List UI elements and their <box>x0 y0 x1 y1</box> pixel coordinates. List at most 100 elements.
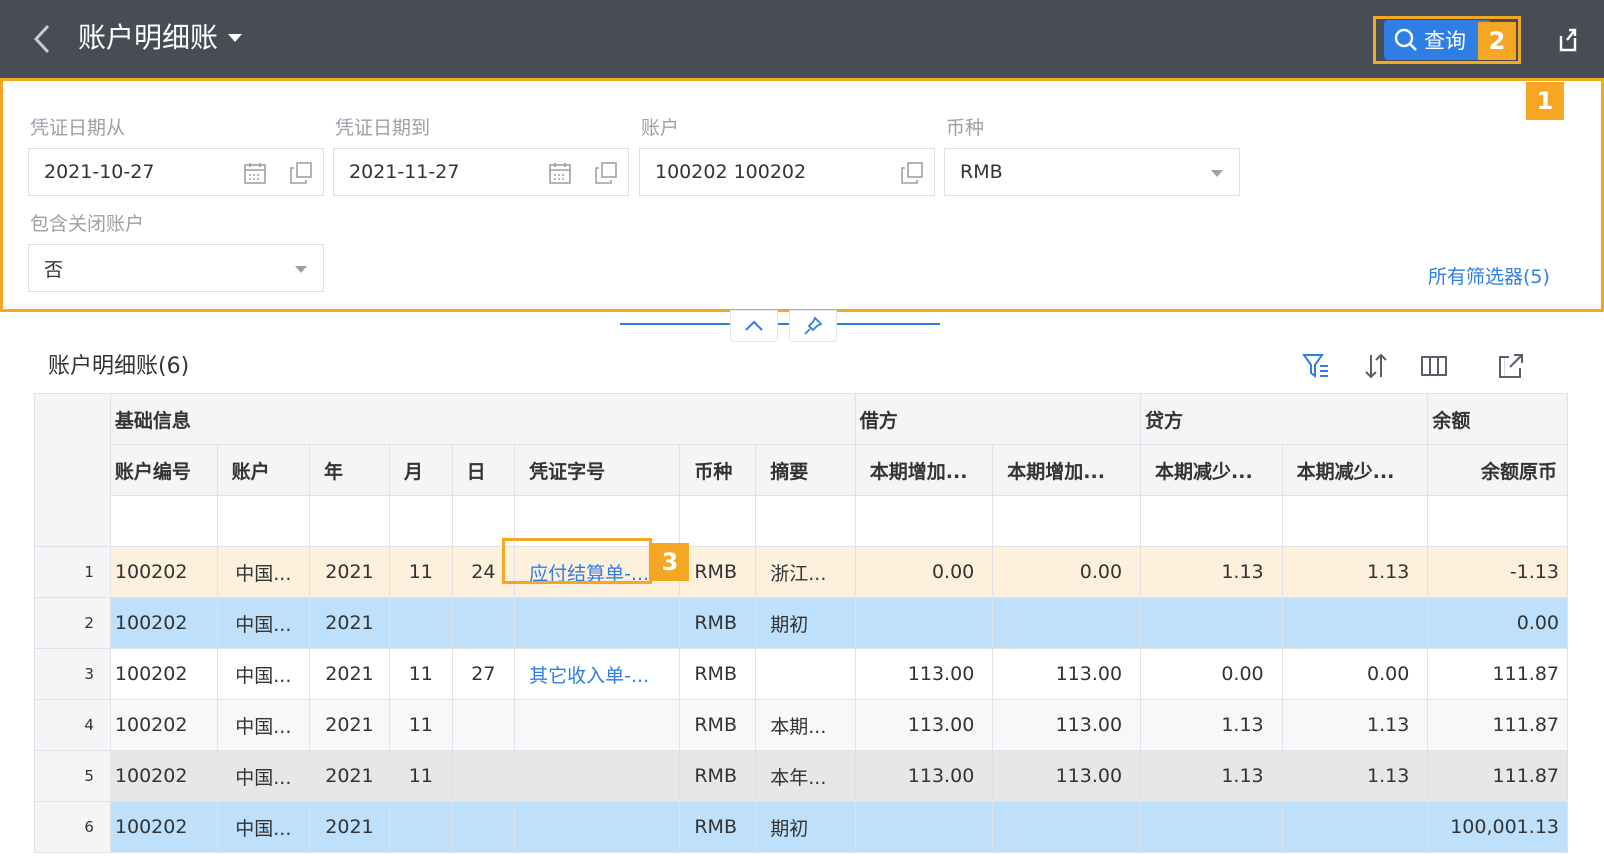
table-row[interactable]: 5 100202 中国... 2021 11 RMB 本年... 113.00 … <box>34 750 1568 802</box>
cell-day <box>451 699 516 751</box>
cell-debit <box>992 801 1142 853</box>
cell-balance: 111.87 <box>1427 648 1568 700</box>
filter-cell[interactable] <box>679 495 757 547</box>
cell-day <box>451 597 516 649</box>
export-icon[interactable] <box>1497 352 1525 380</box>
column-header[interactable]: 本期增加... <box>854 444 994 496</box>
filter-cell[interactable] <box>389 495 453 547</box>
cell-balance: 111.87 <box>1427 699 1568 751</box>
copy-icon[interactable] <box>594 161 618 185</box>
voucher-link[interactable]: 其它收入单-... <box>514 648 681 700</box>
column-header[interactable]: 年 <box>308 444 391 496</box>
table-row[interactable]: 6 100202 中国... 2021 RMB 期初 100,001.13 <box>34 801 1568 853</box>
column-header[interactable]: 币种 <box>679 444 757 496</box>
cell-code: 100202 <box>109 801 218 853</box>
cell-code: 100202 <box>109 546 218 598</box>
cell-code: 100202 <box>109 648 218 700</box>
cell-day <box>451 750 516 802</box>
pin-icon <box>804 316 823 335</box>
cell-year: 2021 <box>308 699 391 751</box>
include-closed-select[interactable]: 否 <box>28 244 324 292</box>
row-number: 4 <box>34 699 111 751</box>
cell-month: 11 <box>389 648 453 700</box>
filter-cell[interactable] <box>109 495 218 547</box>
table-row[interactable]: 2 100202 中国... 2021 RMB 期初 0.00 <box>34 597 1568 649</box>
cell-credit: 1.13 <box>1281 546 1429 598</box>
copy-icon[interactable] <box>900 161 924 185</box>
cell-debit: 113.00 <box>992 750 1142 802</box>
filter-cell[interactable] <box>1281 495 1429 547</box>
column-header[interactable]: 本期减少... <box>1140 444 1283 496</box>
cell-credit: 0.00 <box>1140 648 1283 700</box>
row-number: 1 <box>34 546 111 598</box>
table-row[interactable]: 1 100202 中国... 2021 11 24 应付结算单-... RMB … <box>34 546 1568 598</box>
cell-balance: -1.13 <box>1427 546 1568 598</box>
share-icon[interactable] <box>1555 24 1579 54</box>
date-from-field[interactable]: 2021-10-27 <box>28 148 324 196</box>
row-number: 2 <box>34 597 111 649</box>
calendar-icon[interactable] <box>548 161 572 185</box>
cell-debit: 0.00 <box>854 546 994 598</box>
query-button[interactable]: 查询 <box>1384 20 1490 60</box>
pin-button[interactable] <box>789 310 837 342</box>
cell-credit: 1.13 <box>1281 750 1429 802</box>
filter-cell[interactable] <box>992 495 1142 547</box>
cell-memo: 期初 <box>755 801 856 853</box>
table-row[interactable]: 4 100202 中国... 2021 11 RMB 本期... 113.00 … <box>34 699 1568 751</box>
voucher-link[interactable] <box>514 750 681 802</box>
cell-credit: 1.13 <box>1281 699 1429 751</box>
chevron-down-icon[interactable] <box>228 34 242 42</box>
filter-cell[interactable] <box>308 495 391 547</box>
copy-icon[interactable] <box>289 161 313 185</box>
filter-cell[interactable] <box>514 495 681 547</box>
filter-icon[interactable] <box>1302 352 1330 380</box>
column-header[interactable]: 余额原币 <box>1427 444 1568 496</box>
filter-cell[interactable] <box>1427 495 1568 547</box>
cell-debit: 113.00 <box>854 750 994 802</box>
column-header[interactable]: 凭证字号 <box>514 444 681 496</box>
collapse-button[interactable] <box>730 310 778 342</box>
all-filters-link[interactable]: 所有筛选器(5) <box>1428 262 1550 289</box>
voucher-link[interactable] <box>514 597 681 649</box>
page-title[interactable]: 账户明细账 <box>78 18 218 58</box>
voucher-link[interactable] <box>514 699 681 751</box>
column-header[interactable]: 账户编号 <box>109 444 218 496</box>
callout-badge-3: 3 <box>651 543 689 581</box>
currency-select[interactable]: RMB <box>944 148 1240 196</box>
cell-memo: 浙江... <box>755 546 856 598</box>
grid-title: 账户明细账(6) <box>48 354 190 379</box>
calendar-icon[interactable] <box>243 161 267 185</box>
filter-cell[interactable] <box>755 495 856 547</box>
cell-credit: 1.13 <box>1140 546 1283 598</box>
cell-memo: 本期... <box>755 699 856 751</box>
column-header[interactable]: 本期减少... <box>1281 444 1429 496</box>
cell-debit: 113.00 <box>992 699 1142 751</box>
filter-cell[interactable] <box>854 495 994 547</box>
cell-debit: 113.00 <box>992 648 1142 700</box>
include-closed-value: 否 <box>44 258 64 281</box>
voucher-link[interactable] <box>514 801 681 853</box>
date-to-label: 凭证日期到 <box>335 117 431 139</box>
cell-memo: 期初 <box>755 597 856 649</box>
columns-icon[interactable] <box>1420 352 1448 380</box>
filter-cell[interactable] <box>451 495 516 547</box>
account-field[interactable]: 100202 100202 <box>639 148 935 196</box>
table-row[interactable]: 3 100202 中国... 2021 11 27 其它收入单-... RMB … <box>34 648 1568 700</box>
column-header[interactable]: 摘要 <box>755 444 856 496</box>
group-header: 贷方 <box>1140 393 1429 445</box>
sort-icon[interactable] <box>1362 352 1390 380</box>
cell-currency: RMB <box>679 648 757 700</box>
filter-cell[interactable] <box>1140 495 1283 547</box>
cell-code: 100202 <box>109 597 218 649</box>
date-to-field[interactable]: 2021-11-27 <box>333 148 629 196</box>
filter-cell[interactable] <box>216 495 310 547</box>
column-header[interactable]: 日 <box>451 444 516 496</box>
column-header[interactable]: 本期增加... <box>992 444 1142 496</box>
cell-currency: RMB <box>679 597 757 649</box>
group-header: 借方 <box>854 393 1142 445</box>
column-header[interactable]: 账户 <box>216 444 310 496</box>
cell-credit: 1.13 <box>1140 699 1283 751</box>
cell-year: 2021 <box>308 597 391 649</box>
back-arrow-icon[interactable] <box>28 22 56 56</box>
column-header[interactable]: 月 <box>389 444 453 496</box>
